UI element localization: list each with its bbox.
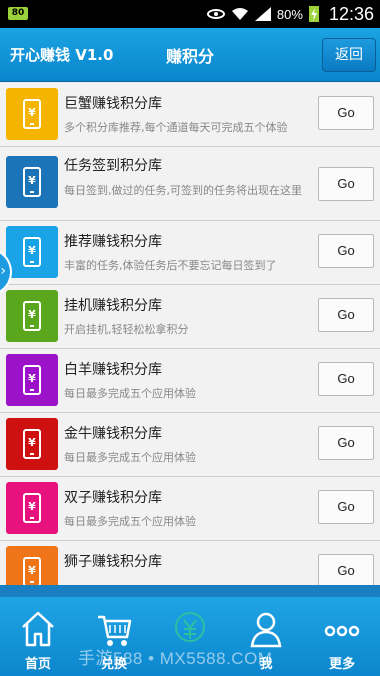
item-title: 狮子赚钱积分库 [64,554,162,570]
phone-yen-icon [6,290,58,342]
nav-home-label: 首页 [24,657,51,672]
battery-charging-icon [308,6,319,22]
item-desc: 丰富的任务,体验任务后不要忘记每日签到了 [64,259,277,272]
go-button[interactable]: Go [318,362,374,396]
item-title: 巨蟹赚钱积分库 [64,96,162,112]
list-item[interactable]: 金牛赚钱积分库 每日最多完成五个应用体验 Go [0,413,380,477]
item-title: 双子赚钱积分库 [64,490,162,506]
go-button[interactable]: Go [318,234,374,268]
user-icon [250,612,282,648]
wifi-icon [231,8,248,20]
phone-yen-icon [6,354,58,406]
item-desc: 每日最多完成五个应用体验 [64,515,196,528]
go-button[interactable]: Go [318,96,374,130]
signal-icon [254,7,271,21]
nav-home[interactable]: 首页 [0,597,76,676]
phone-yen-icon [6,482,58,534]
phone-yen-icon [6,88,58,140]
cart-icon [98,615,132,646]
go-button[interactable]: Go [318,490,374,524]
marquee-strip [0,585,380,597]
task-list[interactable]: 巨蟹赚钱积分库 多个积分库推荐,每个通道每天可完成五个体验 Go 任务签到积分库… [0,83,380,585]
nav-exchange-label: 兑换 [100,657,127,672]
list-item[interactable]: 白羊赚钱积分库 每日最多完成五个应用体验 Go [0,349,380,413]
item-desc: 开启挂机,轻轻松松拿积分 [64,323,189,336]
nav-me-label: 我 [259,657,273,672]
battery-percent: 80% [276,6,303,22]
status-badge: 80 [8,7,28,20]
go-button[interactable]: Go [318,554,374,585]
item-title: 挂机赚钱积分库 [64,298,162,314]
phone-yen-icon [6,418,58,470]
item-desc: 每日最多完成五个应用体验 [64,451,196,464]
clock: 12:36 [328,3,374,24]
item-desc: 多个积分库推荐,每个通道每天可完成五个体验 [64,121,288,134]
status-icons: 80% 12:36 [206,0,374,28]
back-button[interactable]: 返回 [322,38,376,72]
home-icon [22,611,54,647]
more-icon [324,625,360,637]
status-bar: 80 80% 12:36 [0,0,380,28]
list-item[interactable]: 任务签到积分库 每日签到,做过的任务,可签到的任务将出现在这里 Go [0,147,380,221]
item-title: 任务签到积分库 [64,158,162,174]
phone-yen-icon [6,156,58,208]
app-header: 开心赚钱 V1.0 赚积分 返回 [0,28,380,82]
phone-yen-icon [6,546,58,585]
nav-exchange[interactable]: 兑换 [76,597,152,676]
list-item[interactable]: 推荐赚钱积分库 丰富的任务,体验任务后不要忘记每日签到了 Go [0,221,380,285]
eye-icon [206,9,225,19]
money-icon [175,612,205,642]
nav-more-label: 更多 [328,657,355,672]
go-button[interactable]: Go [318,426,374,460]
phone-yen-icon [6,226,58,278]
item-title: 白羊赚钱积分库 [64,362,162,378]
item-desc: 每日最多完成五个应用体验 [64,387,196,400]
list-item[interactable]: 巨蟹赚钱积分库 多个积分库推荐,每个通道每天可完成五个体验 Go [0,83,380,147]
nav-more[interactable]: 更多 [304,597,380,676]
go-button[interactable]: Go [318,167,374,201]
list-item[interactable]: 双子赚钱积分库 每日最多完成五个应用体验 Go [0,477,380,541]
go-button[interactable]: Go [318,298,374,332]
nav-earn[interactable] [152,597,228,676]
bottom-nav: 首页 兑换 我 更多 [0,597,380,676]
nav-me[interactable]: 我 [228,597,304,676]
item-desc: 每日签到,做过的任务,可签到的任务将出现在这里 [64,184,302,197]
item-title: 金牛赚钱积分库 [64,426,162,442]
app-title: 开心赚钱 V1.0 [10,46,114,64]
item-title: 推荐赚钱积分库 [64,234,162,250]
list-item[interactable]: 狮子赚钱积分库 Go [0,541,380,585]
list-item[interactable]: 挂机赚钱积分库 开启挂机,轻轻松松拿积分 Go [0,285,380,349]
